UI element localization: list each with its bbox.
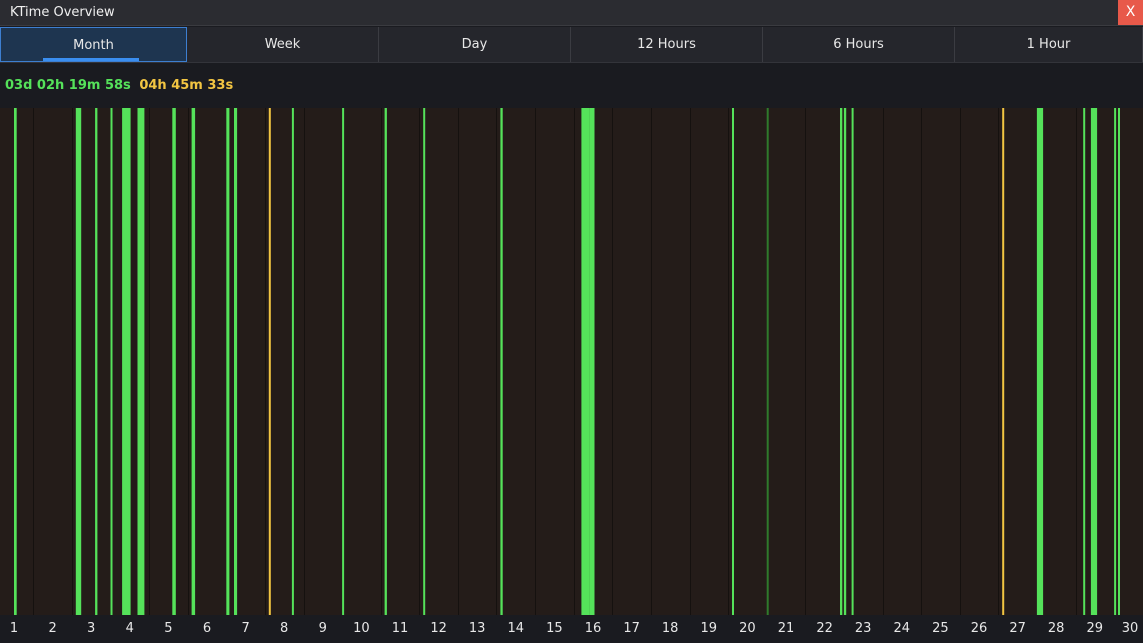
title-bar: KTime Overview X	[0, 0, 1143, 26]
activity-segment	[766, 108, 769, 615]
close-button[interactable]: X	[1118, 0, 1143, 25]
day-divider	[304, 108, 305, 615]
day-divider	[33, 108, 34, 615]
tab-12-hours[interactable]: 12 Hours	[571, 27, 763, 62]
activity-timeline	[0, 108, 1143, 615]
activity-segment	[342, 108, 345, 615]
day-divider	[612, 108, 613, 615]
activity-segment	[110, 108, 113, 615]
activity-segment	[581, 108, 590, 615]
day-label: 12	[430, 621, 447, 636]
day-label: 24	[893, 621, 911, 636]
activity-segment	[234, 108, 238, 615]
day-divider	[998, 108, 999, 615]
activity-segment	[840, 108, 843, 615]
time-summary: 03d 02h 19m 58s 04h 45m 33s	[5, 78, 233, 93]
day-divider	[149, 108, 150, 615]
day-label: 29	[1086, 621, 1104, 636]
day-label: 19	[700, 621, 718, 636]
day-label: 20	[739, 621, 756, 636]
activity-segment	[851, 108, 854, 615]
day-label: 28	[1047, 621, 1065, 636]
day-divider	[419, 108, 420, 615]
activity-segment	[137, 108, 145, 615]
day-label: 7	[241, 621, 250, 636]
tab-6-hours[interactable]: 6 Hours	[763, 27, 955, 62]
activity-segment	[500, 108, 503, 615]
day-axis: 1 2 3 4 5 6 7 8 9 10 11 12 13 14 15 16 17 18 19 20 21 22 23 24 2…	[0, 615, 1143, 643]
day-label: 22	[816, 621, 833, 636]
day-divider	[1076, 108, 1077, 615]
activity-segment	[423, 108, 426, 615]
day-divider	[72, 108, 73, 615]
activity-segment	[589, 108, 595, 615]
day-label: 6	[202, 621, 212, 636]
day-label: 8	[280, 621, 289, 636]
window-title: KTime Overview	[10, 5, 115, 20]
tab-1-hour[interactable]: 1 Hour	[955, 27, 1143, 62]
range-tabs: Month Week Day 12 Hours 6 Hours 1 Hour	[0, 27, 1143, 63]
day-divider	[960, 108, 961, 615]
day-label: 15	[546, 621, 563, 636]
day-label: 30	[1121, 621, 1139, 636]
day-label: 3	[87, 621, 96, 636]
day-label: 27	[1009, 621, 1026, 636]
day-divider	[535, 108, 536, 615]
day-label: 10	[353, 621, 370, 636]
activity-segment	[14, 108, 16, 615]
activity-segment	[122, 108, 131, 615]
day-label: 2	[48, 621, 57, 636]
day-label: 23	[854, 621, 872, 636]
day-divider	[574, 108, 575, 615]
active-time-total: 03d 02h 19m 58s	[5, 78, 131, 93]
activity-segment	[291, 108, 294, 615]
tab-month[interactable]: Month	[0, 27, 187, 62]
activity-segment	[226, 108, 230, 615]
activity-segment	[1118, 108, 1120, 615]
day-divider	[728, 108, 729, 615]
day-divider	[265, 108, 266, 615]
day-divider	[690, 108, 691, 615]
day-divider	[883, 108, 884, 615]
day-label: 4	[125, 621, 134, 636]
activity-segment	[1114, 108, 1117, 615]
day-divider	[921, 108, 922, 615]
day-divider	[805, 108, 806, 615]
day-label: 14	[507, 621, 525, 636]
activity-segment	[75, 108, 82, 615]
activity-segment	[172, 108, 176, 615]
activity-segment	[95, 108, 98, 615]
activity-segment	[1090, 108, 1098, 615]
idle-segment	[1002, 108, 1005, 615]
day-label: 5	[164, 621, 173, 636]
activity-segment	[843, 108, 847, 615]
day-label: 21	[777, 621, 795, 636]
activity-segment	[191, 108, 196, 615]
day-divider	[496, 108, 497, 615]
tab-day[interactable]: Day	[379, 27, 571, 62]
day-divider	[651, 108, 652, 615]
day-divider	[188, 108, 189, 615]
day-divider	[381, 108, 382, 615]
idle-segment	[268, 108, 271, 615]
day-label: 26	[970, 621, 988, 636]
day-label: 25	[932, 621, 949, 636]
tab-week[interactable]: Week	[187, 27, 379, 62]
idle-time-total: 04h 45m 33s	[139, 78, 234, 93]
day-label: 16	[584, 621, 602, 636]
activity-segment	[732, 108, 734, 615]
day-label: 9	[318, 621, 327, 636]
timeline-chart	[14, 108, 1120, 615]
day-label: 18	[661, 621, 679, 636]
day-divider	[458, 108, 459, 615]
day-label: 13	[468, 621, 486, 636]
activity-segment	[384, 108, 387, 615]
day-label: 17	[623, 621, 640, 636]
activity-segment	[1036, 108, 1044, 615]
day-label: 11	[391, 621, 409, 636]
day-label: 1	[9, 621, 19, 636]
activity-segment	[1083, 108, 1086, 615]
